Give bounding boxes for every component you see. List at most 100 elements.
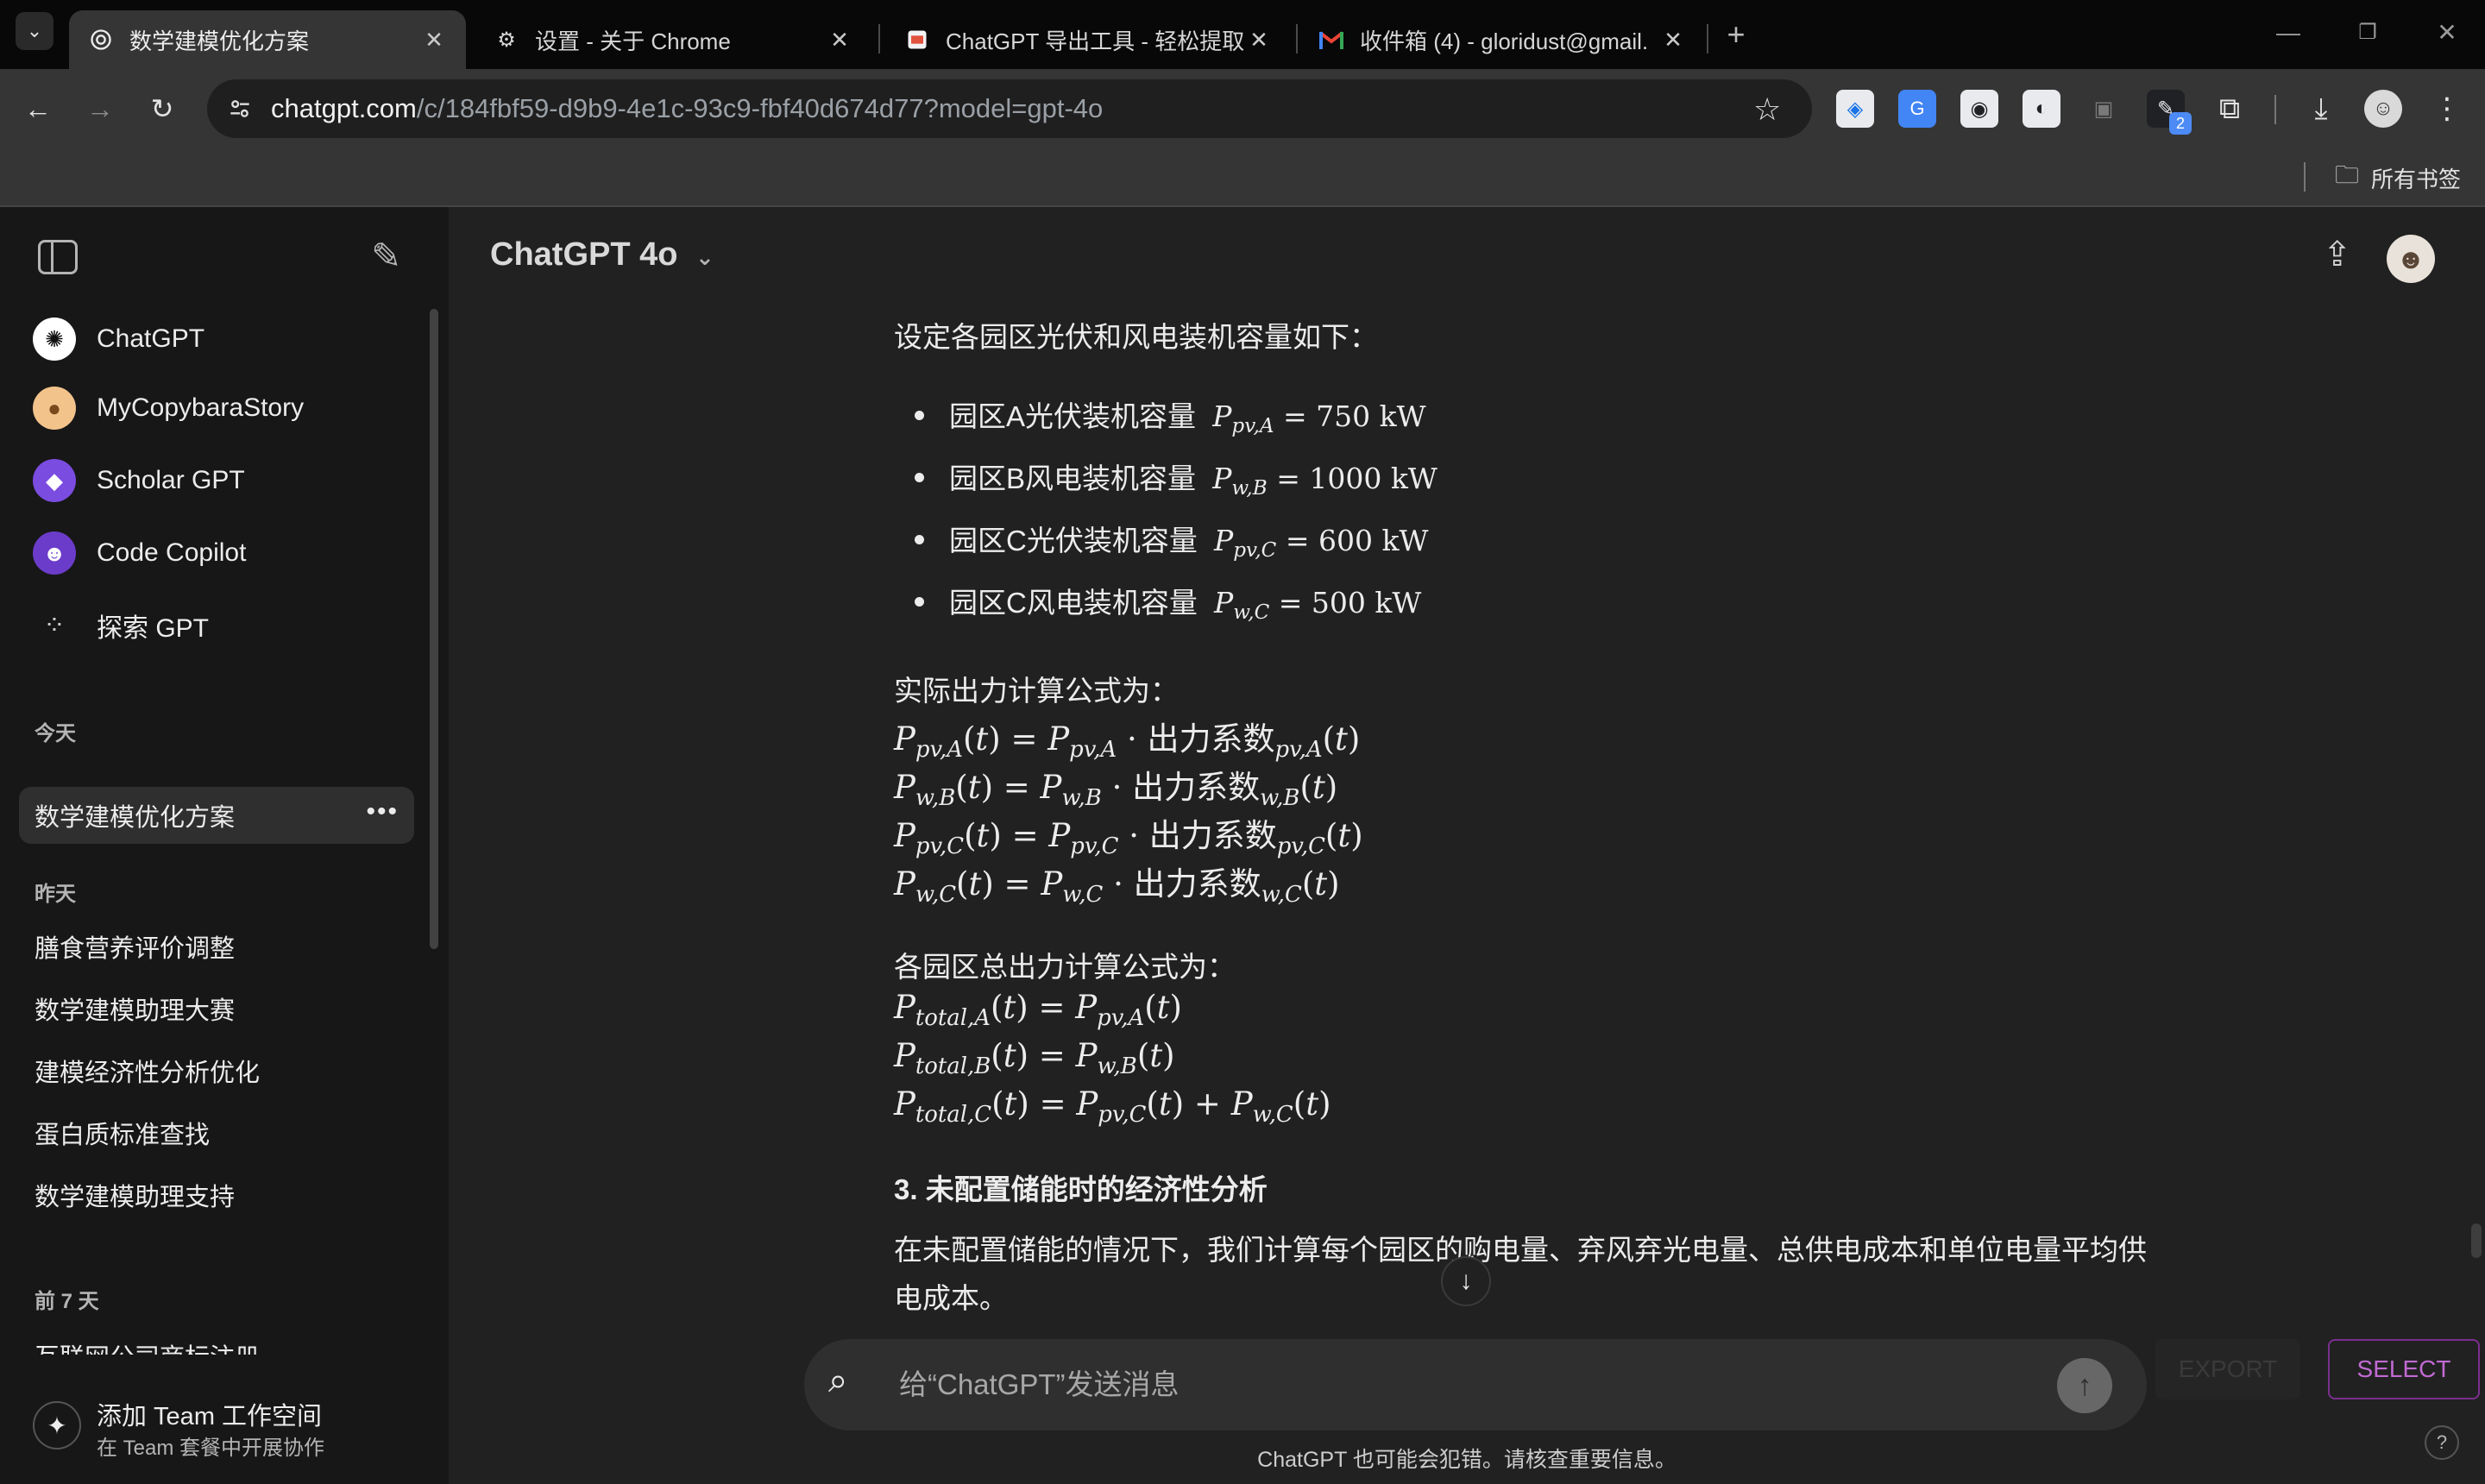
team-title: 添加 Team 工作空间 — [97, 1403, 323, 1431]
grid-icon: ⁘ — [43, 611, 66, 640]
export-button[interactable]: EXPORT — [2155, 1339, 2300, 1399]
sidebar-item-code-copilot[interactable]: ☻ Code Copilot — [19, 523, 425, 583]
model-title: ChatGPT 4o — [490, 236, 678, 273]
forward-button[interactable]: → — [79, 88, 121, 129]
openai-icon: ✺ — [33, 318, 76, 361]
sidebar-item-chatgpt[interactable]: ✺ ChatGPT — [19, 309, 425, 369]
capacity-label: 园区A光伏装机容量 — [949, 400, 1197, 432]
bullet-dot — [915, 535, 924, 544]
tab-export-tool[interactable]: ChatGPT 导出工具 - 轻松提取 ✕ — [885, 10, 1291, 69]
history-item-label: 数学建模助理大赛 — [35, 997, 236, 1025]
site-info-icon[interactable] — [226, 95, 254, 123]
bullet-dot — [915, 597, 924, 607]
translate-icon[interactable]: G — [1898, 90, 1936, 128]
actual-formula: Pw,B(t) = Pw,B · 出力系数w,B(t) — [894, 769, 1338, 811]
section-label-week: 前 7 天 — [35, 1290, 99, 1313]
tab-title: 数学建模优化方案 — [129, 28, 310, 54]
restore-button[interactable]: ❐ — [2350, 16, 2385, 50]
chrome-menu-icon[interactable]: ⋮ — [2428, 90, 2466, 128]
extension-icon — [904, 27, 930, 53]
section3-title: 3. 未配置储能时的经济性分析 — [894, 1173, 1268, 1205]
main-scrollbar-thumb[interactable] — [2471, 1223, 2482, 1258]
message-input[interactable] — [899, 1363, 2021, 1406]
address-bar[interactable]: chatgpt.com/c/184fbf59-d9b9-4e1c-93c9-fb… — [207, 79, 1812, 138]
url-path: /c/184fbf59-d9b9-4e1c-93c9-fbf40d674d77?… — [416, 93, 1104, 123]
chevron-down-icon: ⌄ — [695, 244, 714, 270]
history-item-partial-wrap: 互联网公司商标注册 — [19, 1327, 414, 1355]
reader-icon[interactable]: ◐ — [2023, 90, 2060, 128]
history-item[interactable]: 数学建模助理支持 — [19, 1166, 414, 1223]
history-item[interactable]: 数学建模优化方案 ••• — [19, 787, 414, 844]
share-icon[interactable]: ⇪ — [2323, 235, 2352, 274]
section-label-yesterday: 昨天 — [35, 883, 76, 906]
model-selector[interactable]: ChatGPT 4o ⌄ — [490, 236, 714, 274]
attach-icon[interactable]: ⌕ — [828, 1361, 847, 1400]
tab-gmail[interactable]: 收件箱 (4) - gloridust@gmail. ✕ — [1299, 10, 1705, 69]
gmail-icon — [1318, 27, 1344, 53]
actual-heading: 实际出力计算公式为： — [894, 675, 1179, 707]
total-formula: Ptotal,B(t) = Pw,B(t) — [894, 1037, 1175, 1079]
sidebar-item-label: Code Copilot — [97, 538, 247, 567]
total-formula: Ptotal,C(t) = Ppv,C(t) + Pw,C(t) — [894, 1085, 1331, 1128]
bullet-dot — [915, 411, 924, 420]
more-options-icon[interactable]: ••• — [366, 797, 399, 827]
sidebar-item-scholar-gpt[interactable]: ◆ Scholar GPT — [19, 450, 425, 511]
history-item-label: 数学建模优化方案 — [35, 804, 236, 832]
capacity-formula: Pw,C = 500 kW — [1214, 586, 1422, 624]
sidebar: ✎ ✺ ChatGPT ● MyCopybaraStory ◆ Scholar … — [0, 207, 449, 1484]
profile-avatar[interactable]: ☺ — [2364, 90, 2402, 128]
history-item-label: 蛋白质标准查找 — [35, 1122, 211, 1149]
extension-1-icon[interactable]: ◈ — [1836, 90, 1874, 128]
copy-icon[interactable]: ▣ — [2085, 90, 2123, 128]
all-bookmarks[interactable]: 🗀 所有书签 — [2335, 160, 2461, 195]
section3-text-line2: 电成本。 — [894, 1282, 1008, 1314]
capacity-item: 园区C光伏装机容量 Ppv,C = 600 kW — [949, 518, 1428, 562]
back-button[interactable]: ← — [17, 88, 59, 129]
sidebar-toggle-icon[interactable] — [38, 240, 78, 274]
tab-search-icon[interactable]: ⌄ — [16, 12, 53, 50]
screenshot-icon[interactable]: ◉ — [1960, 90, 1998, 128]
team-workspace-button[interactable]: ✦ 添加 Team 工作空间 在 Team 套餐中开展协作 — [19, 1382, 425, 1468]
capybara-avatar: ● — [33, 387, 76, 430]
sidebar-scrollbar[interactable] — [430, 309, 438, 949]
close-icon[interactable]: ✕ — [1660, 27, 1686, 53]
download-icon[interactable]: ⤓ — [2302, 90, 2340, 128]
close-icon[interactable]: ✕ — [1246, 27, 1272, 53]
history-item-label: 膳食营养评价调整 — [35, 935, 236, 963]
tab-chrome-settings[interactable]: ⚙ 设置 - 关于 Chrome ✕ — [475, 10, 871, 69]
url-text: chatgpt.com/c/184fbf59-d9b9-4e1c-93c9-fb… — [271, 93, 1103, 124]
capacity-label: 园区B风电装机容量 — [949, 462, 1197, 494]
close-icon[interactable]: ✕ — [827, 27, 852, 53]
close-icon[interactable]: ✕ — [421, 27, 447, 53]
sidebar-item-explore-gpt[interactable]: ⁘ 探索 GPT — [19, 595, 425, 656]
history-item[interactable]: 数学建模助理大赛 — [19, 980, 414, 1037]
extensions-puzzle-icon[interactable]: ⧉ — [2211, 90, 2249, 128]
tab-active[interactable]: 数学建模优化方案 ✕ — [69, 10, 466, 69]
actual-formula: Ppv,A(t) = Ppv,A · 出力系数pv,A(t) — [894, 720, 1361, 763]
gear-icon: ⚙ — [497, 28, 516, 52]
section3-text-line1: 在未配置储能的情况下，我们计算每个园区的购电量、弃风弃光电量、总供电成本和单位电… — [894, 1234, 2147, 1266]
history-item[interactable]: 蛋白质标准查找 — [19, 1104, 414, 1161]
disclaimer-text: ChatGPT 也可能会犯错。请核查重要信息。 — [1257, 1448, 1677, 1472]
bookmark-star-icon[interactable]: ☆ — [1753, 91, 1781, 128]
help-button[interactable]: ? — [2425, 1425, 2459, 1460]
new-tab-button[interactable]: + — [1715, 14, 1757, 55]
minimize-button[interactable]: — — [2271, 16, 2306, 50]
extension-badge-icon[interactable]: ✎ 2 — [2147, 90, 2192, 135]
message-intro: 设定各园区光伏和风电装机容量如下： — [894, 321, 1378, 353]
sidebar-item-mycopybarastory[interactable]: ● MyCopybaraStory — [19, 378, 425, 438]
new-chat-icon[interactable]: ✎ — [371, 235, 401, 277]
history-item[interactable]: 膳食营养评价调整 — [19, 918, 414, 975]
send-button[interactable]: ↑ — [2057, 1358, 2112, 1413]
total-heading: 各园区总出力计算公式为： — [894, 951, 1236, 983]
history-item[interactable]: 互联网公司商标注册 — [19, 1327, 414, 1355]
user-avatar[interactable]: ☻ — [2387, 235, 2435, 283]
sidebar-item-label: Scholar GPT — [97, 466, 245, 494]
message-composer: ⌕ — [804, 1339, 2147, 1431]
close-window-button[interactable]: ✕ — [2430, 16, 2464, 50]
reload-button[interactable]: ↻ — [142, 88, 183, 129]
scroll-down-button[interactable]: ↓ — [1441, 1256, 1491, 1306]
select-button[interactable]: SELECT — [2328, 1339, 2480, 1399]
history-item-label: 建模经济性分析优化 — [35, 1060, 261, 1087]
history-item[interactable]: 建模经济性分析优化 — [19, 1042, 414, 1099]
